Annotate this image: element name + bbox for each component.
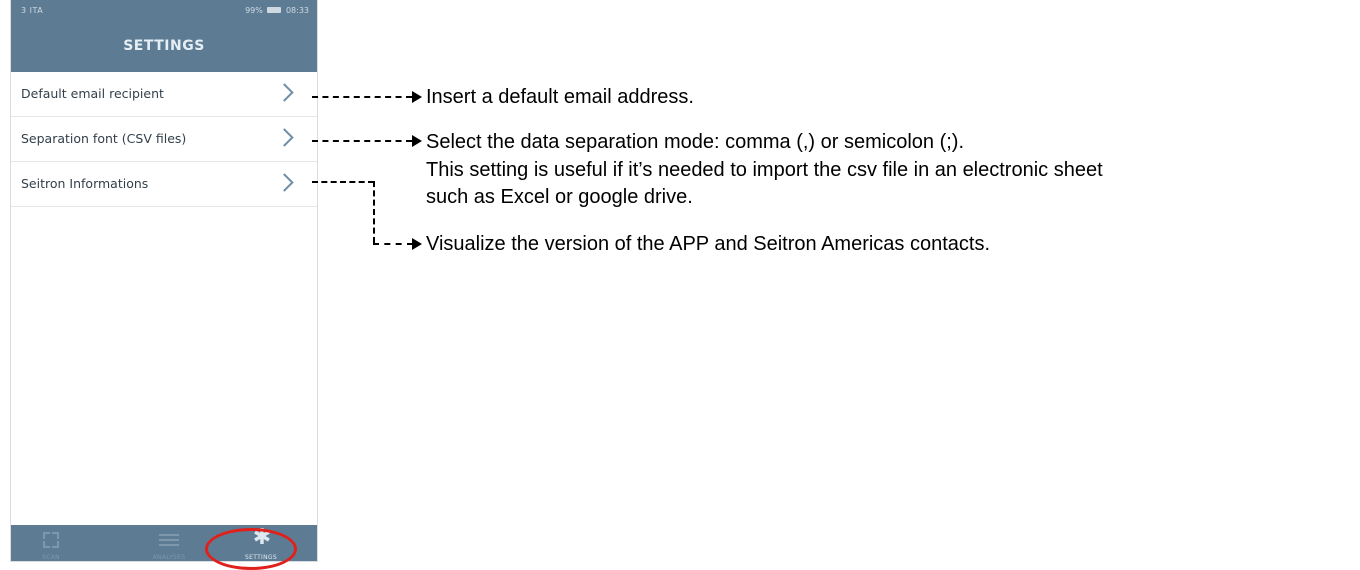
carrier-label: 3 ITA xyxy=(21,6,44,15)
annotation-email: Insert a default email address. xyxy=(426,86,694,108)
connector-line xyxy=(312,181,374,183)
menu-item-separation-font[interactable]: Separation font (CSV files) xyxy=(11,117,317,162)
chevron-right-icon xyxy=(275,128,294,147)
menu-item-label: Separation font (CSV files) xyxy=(21,131,187,146)
scan-icon xyxy=(43,532,59,548)
list-icon xyxy=(159,532,179,548)
arrow-icon xyxy=(412,238,422,250)
tab-scan[interactable]: SCAN xyxy=(11,525,91,561)
annotation-separation-line3: such as Excel or google drive. xyxy=(426,186,693,208)
chevron-right-icon xyxy=(275,83,294,102)
battery-icon xyxy=(267,6,282,13)
annotation-info: Visualize the version of the APP and Sei… xyxy=(426,233,991,255)
menu-item-default-email[interactable]: Default email recipient xyxy=(11,72,317,117)
menu-item-label: Default email recipient xyxy=(21,86,164,101)
clock: 08:33 xyxy=(285,6,309,15)
tab-label: ANALYSES xyxy=(152,554,186,561)
highlight-circle xyxy=(205,528,297,570)
app-header: 3 ITA 99% 08:33 SETTINGS xyxy=(11,0,317,72)
tab-analyses[interactable]: ANALYSES xyxy=(129,525,209,561)
settings-menu: Default email recipient Separation font … xyxy=(11,72,317,207)
menu-item-seitron-info[interactable]: Seitron Informations xyxy=(11,162,317,207)
connector-line xyxy=(373,243,413,245)
page-title: SETTINGS xyxy=(123,38,205,54)
annotation-separation-line1: Select the data separation mode: comma (… xyxy=(426,131,965,153)
arrow-icon xyxy=(412,91,422,103)
battery-percent: 99% xyxy=(245,6,263,15)
status-bar: 3 ITA 99% 08:33 xyxy=(11,0,317,22)
chevron-right-icon xyxy=(275,173,294,192)
status-right: 99% 08:33 xyxy=(245,0,309,22)
arrow-icon xyxy=(412,135,422,147)
connector-line xyxy=(312,140,412,142)
connector-line xyxy=(312,96,412,98)
connector-line xyxy=(373,181,375,243)
phone-screen: 3 ITA 99% 08:33 SETTINGS Default email r… xyxy=(10,0,318,562)
tab-label: SCAN xyxy=(42,554,60,561)
annotation-separation-line2: This setting is useful if it’s needed to… xyxy=(426,159,1103,181)
menu-item-label: Seitron Informations xyxy=(21,176,149,191)
